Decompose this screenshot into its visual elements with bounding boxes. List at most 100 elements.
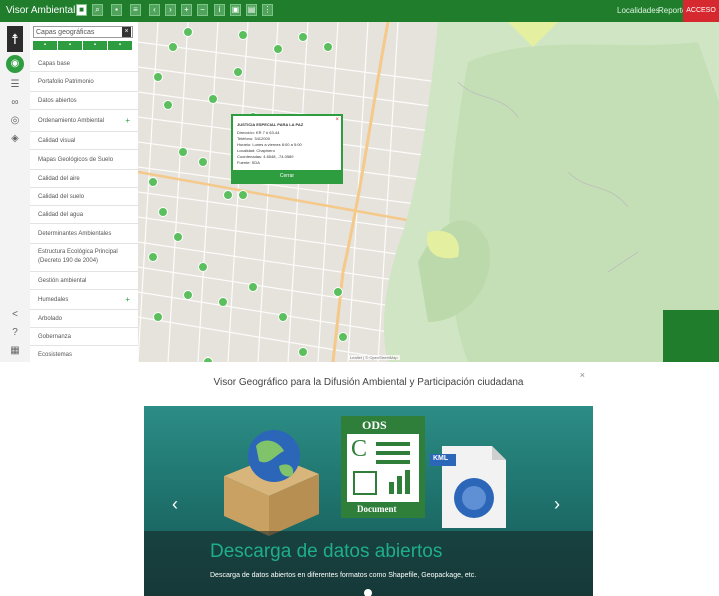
- map-marker-icon[interactable]: [218, 297, 228, 307]
- map-marker-icon[interactable]: [148, 252, 158, 262]
- expand-icon[interactable]: +: [125, 110, 130, 132]
- ods-label: ODS: [362, 418, 387, 432]
- panel-tab-1[interactable]: ▪: [33, 41, 57, 50]
- map-marker-icon[interactable]: [208, 94, 218, 104]
- carousel-prev-arrow[interactable]: ‹: [172, 494, 178, 515]
- layer-item-label: Arbolado: [38, 316, 63, 322]
- layer-item[interactable]: Calidad del agua: [30, 206, 138, 224]
- popup-close-button[interactable]: Cerrar: [233, 170, 341, 182]
- map-marker-icon[interactable]: [158, 207, 168, 217]
- list-icon[interactable]: ☰: [8, 78, 22, 92]
- forward-icon[interactable]: ›: [165, 4, 176, 16]
- map-marker-icon[interactable]: [333, 287, 343, 297]
- map-marker-icon[interactable]: [183, 27, 193, 37]
- welcome-modal: Visor Geográfico para la Difusión Ambien…: [144, 364, 593, 596]
- map-marker-icon[interactable]: [148, 177, 158, 187]
- map-marker-icon[interactable]: [153, 72, 163, 82]
- map-marker-icon[interactable]: [173, 232, 183, 242]
- print-icon[interactable]: ▣: [230, 4, 241, 16]
- share-rail-icon[interactable]: <: [8, 308, 22, 322]
- modal-close-icon[interactable]: ×: [580, 370, 585, 380]
- layer-item-label: Portafolio Patrimonio: [38, 79, 94, 85]
- location-icon[interactable]: ◈: [8, 132, 22, 146]
- panel-tab-2[interactable]: ▪: [58, 41, 82, 50]
- map-marker-icon[interactable]: [198, 157, 208, 167]
- layers-rail-icon[interactable]: ◉: [6, 55, 24, 73]
- layer-item[interactable]: Determinantes Ambientales: [30, 224, 138, 244]
- map-marker-icon[interactable]: [233, 67, 243, 77]
- layer-item[interactable]: Ordenamiento Ambiental +: [30, 110, 138, 132]
- layer-item[interactable]: Portafolio Patrimonio: [30, 72, 138, 92]
- layer-item[interactable]: Datos abiertos: [30, 92, 138, 110]
- layer-item-label: Humedales: [38, 297, 69, 303]
- map-marker-icon[interactable]: [168, 42, 178, 52]
- layer-item[interactable]: Calidad visual: [30, 132, 138, 150]
- layer-item-label: Capas base: [38, 61, 71, 67]
- map-view[interactable]: × JUSTICIA ESPECIAL PARA LA PAZ Direcció…: [138, 22, 719, 362]
- localidades-link[interactable]: Localidades: [617, 6, 660, 15]
- map-marker-icon[interactable]: [278, 312, 288, 322]
- map-marker-icon[interactable]: [198, 262, 208, 272]
- carousel-indicator[interactable]: [364, 589, 372, 596]
- back-icon[interactable]: ‹: [149, 4, 160, 16]
- layer-item-label: Gobernanza: [38, 334, 72, 340]
- help-icon[interactable]: ?: [8, 326, 22, 340]
- map-marker-icon[interactable]: [273, 44, 283, 54]
- map-marker-icon[interactable]: [183, 290, 193, 300]
- menu-icon[interactable]: ⋮: [262, 4, 273, 16]
- layer-item[interactable]: Calidad del aire: [30, 170, 138, 188]
- ruler-icon[interactable]: ▪: [111, 4, 122, 16]
- access-button[interactable]: ACCESO: [683, 0, 719, 22]
- zoom-out-icon[interactable]: −: [197, 4, 208, 16]
- home-icon[interactable]: ■: [76, 4, 87, 16]
- layer-item[interactable]: Estructura Ecológica Principal (Decreto …: [30, 244, 138, 272]
- layer-item[interactable]: Humedales +: [30, 290, 138, 310]
- map-attribution[interactable]: Leaflet | © OpenStreetMap: [348, 355, 400, 360]
- layer-item[interactable]: Mapas Geológicos de Suelo: [30, 150, 138, 170]
- layer-search-input[interactable]: Capas geográficas ×: [33, 26, 133, 38]
- panel-tab-4[interactable]: ▪: [108, 41, 132, 50]
- kml-label: KML: [433, 455, 449, 462]
- map-marker-icon[interactable]: [323, 42, 333, 52]
- layer-item[interactable]: Calidad del suelo: [30, 188, 138, 206]
- carousel-next-arrow[interactable]: ›: [554, 494, 560, 515]
- map-marker-icon[interactable]: [238, 190, 248, 200]
- popup-close-icon[interactable]: ×: [335, 117, 339, 123]
- layers-icon[interactable]: ≡: [130, 4, 141, 16]
- slide-heading: Descarga de datos abiertos: [210, 541, 443, 562]
- clear-search-icon[interactable]: ×: [122, 27, 131, 37]
- info-popup: × JUSTICIA ESPECIAL PARA LA PAZ Direcció…: [231, 114, 343, 184]
- map-marker-icon[interactable]: [223, 190, 233, 200]
- layer-item-label: Mapas Geológicos de Suelo: [38, 157, 114, 163]
- layer-item[interactable]: Ecosistemas: [30, 346, 138, 362]
- binoculars-icon[interactable]: ∞: [8, 96, 22, 110]
- layer-item-label: Datos abiertos: [38, 98, 77, 104]
- map-marker-icon[interactable]: [248, 282, 258, 292]
- popup-title: JUSTICIA ESPECIAL PARA LA PAZ: [237, 122, 304, 127]
- layer-item-label: Determinantes Ambientales: [38, 231, 112, 237]
- map-marker-icon[interactable]: [178, 147, 188, 157]
- search-icon[interactable]: ⌕: [92, 4, 103, 16]
- layer-item[interactable]: Gestión ambiental: [30, 272, 138, 290]
- info-icon[interactable]: i: [214, 4, 225, 16]
- top-toolbar: Visor Ambiental ■ ⌕ ▪ ≡ ‹ › + − i ▣ ▤ ⋮ …: [0, 0, 719, 22]
- map-marker-icon[interactable]: [163, 100, 173, 110]
- map-marker-icon[interactable]: [338, 332, 348, 342]
- globe-icon[interactable]: ◎: [8, 114, 22, 128]
- keyboard-icon[interactable]: ▦: [8, 344, 22, 358]
- panel-tab-3[interactable]: ▪: [83, 41, 107, 50]
- map-marker-icon[interactable]: [203, 357, 213, 362]
- map-marker-icon[interactable]: [298, 32, 308, 42]
- expand-icon[interactable]: +: [125, 290, 130, 310]
- layer-item[interactable]: Capas base: [30, 56, 138, 72]
- popup-line: Teléfono: 3412000: [237, 136, 270, 141]
- zoom-in-icon[interactable]: +: [181, 4, 192, 16]
- map-marker-icon[interactable]: [298, 347, 308, 357]
- layer-item[interactable]: Arbolado: [30, 310, 138, 328]
- modal-title: Visor Geográfico para la Difusión Ambien…: [213, 377, 524, 388]
- layer-item[interactable]: Gobernanza: [30, 328, 138, 346]
- map-marker-icon[interactable]: [153, 312, 163, 322]
- map-marker-icon[interactable]: [238, 30, 248, 40]
- share-icon[interactable]: ▤: [246, 4, 257, 16]
- carousel: ODS C Document KML ‹ › Descarga de datos…: [144, 406, 593, 596]
